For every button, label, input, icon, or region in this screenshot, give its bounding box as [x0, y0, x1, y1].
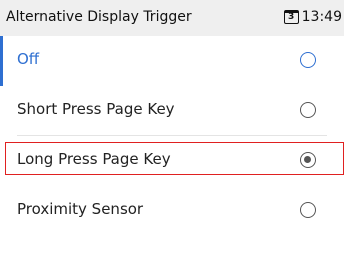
- option-label: Off: [17, 50, 40, 68]
- radio-icon[interactable]: [300, 202, 316, 218]
- page-title: Alternative Display Trigger: [6, 9, 192, 25]
- calendar-day: 3: [288, 12, 295, 22]
- option-short-press-page-key[interactable]: Short Press Page Key: [0, 86, 344, 136]
- option-off[interactable]: Off: [0, 36, 344, 86]
- status-bar: Alternative Display Trigger 3 13:49: [0, 0, 344, 36]
- option-label: Proximity Sensor: [17, 200, 144, 218]
- highlight-box: [5, 142, 344, 175]
- radio-icon[interactable]: [300, 102, 316, 118]
- option-label: Short Press Page Key: [17, 100, 175, 118]
- radio-icon[interactable]: [300, 52, 316, 68]
- status-right: 3 13:49: [283, 9, 342, 25]
- clock-time: 13:49: [301, 9, 342, 25]
- option-proximity-sensor[interactable]: Proximity Sensor: [0, 186, 344, 236]
- selection-indicator: [0, 36, 3, 86]
- calendar-icon: 3: [283, 10, 299, 24]
